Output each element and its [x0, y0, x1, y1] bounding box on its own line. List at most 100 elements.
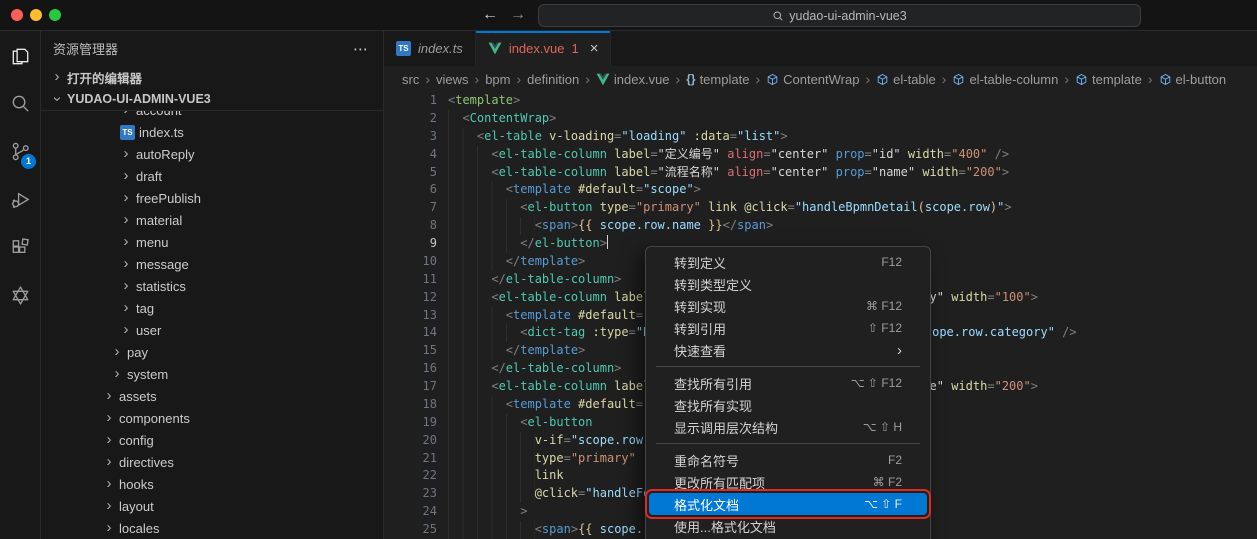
tab-index.vue[interactable]: index.vue1× [476, 31, 612, 66]
breadcrumb-separator: › [475, 71, 480, 87]
chevron-right-icon: › [51, 71, 63, 83]
menu-separator [656, 443, 920, 444]
tree-item-message[interactable]: ›message [41, 253, 383, 275]
tree-item-assets[interactable]: ›assets [41, 385, 383, 407]
tree-item-index.ts[interactable]: TSindex.ts [41, 121, 383, 143]
code-line-8[interactable]: 8<span>{{ scope.row.name }}</span> [384, 217, 1257, 235]
clipped-tree-row: ›account [41, 111, 383, 121]
tree-item-user[interactable]: ›user [41, 319, 383, 341]
breadcrumb-item-el-table[interactable]: el-table [876, 72, 936, 87]
menu-item-快速查看[interactable]: 快速查看› [649, 339, 927, 361]
breadcrumb-item-views[interactable]: views [436, 72, 469, 87]
tree-item-system[interactable]: ›system [41, 363, 383, 385]
tree-item-layout[interactable]: ›layout [41, 495, 383, 517]
menu-item-转到实现[interactable]: 转到实现⌘ F12 [649, 295, 927, 317]
nav-back-icon[interactable]: ← [478, 3, 502, 27]
breadcrumb-separator: › [517, 71, 522, 87]
chevron-right-icon: › [120, 192, 132, 204]
nav-forward-icon[interactable]: → [506, 3, 530, 27]
activity-openai-extension-button[interactable] [0, 271, 40, 319]
code-line-content: <el-table v-loading="loading" :data="lis… [448, 128, 788, 146]
activity-source-control-button[interactable]: 1 [0, 127, 40, 175]
traffic-light-zoom-button[interactable] [49, 9, 61, 21]
activity-run-debug-button[interactable] [0, 175, 40, 223]
tree-item-pay[interactable]: › pay [41, 341, 383, 363]
breadcrumb-item-src[interactable]: src [402, 72, 419, 87]
indent-guides [448, 253, 506, 271]
chevron-right-icon: › [111, 368, 123, 380]
tree-item-components[interactable]: ›components [41, 407, 383, 429]
tree-item-menu[interactable]: ›menu [41, 231, 383, 253]
breadcrumb-item-el-table-column[interactable]: el-table-column [952, 72, 1058, 87]
code-line-5[interactable]: 5<el-table-column label="流程名称" align="ce… [384, 164, 1257, 182]
breadcrumb-item-ContentWrap[interactable]: ContentWrap [766, 72, 859, 87]
tab-close-icon[interactable]: × [590, 40, 599, 57]
open-editors-section[interactable]: › 打开的编辑器 [41, 66, 383, 88]
breadcrumb-item-el-button[interactable]: el-button [1159, 72, 1227, 87]
line-number: 22 [384, 467, 437, 485]
menu-item-shortcut: ⌥ ⇧ H [863, 420, 902, 434]
code-line-4[interactable]: 4<el-table-column label="定义编号" align="ce… [384, 146, 1257, 164]
menu-item-显示调用层次结构[interactable]: 显示调用层次结构⌥ ⇧ H [649, 416, 927, 438]
menu-item-使用...格式化文档[interactable]: 使用...格式化文档 [649, 515, 927, 537]
tree-item-locales[interactable]: ›locales [41, 517, 383, 539]
more-actions-button[interactable]: ⋯ [353, 40, 369, 58]
tree-item-hooks[interactable]: ›hooks [41, 473, 383, 495]
menu-item-转到类型定义[interactable]: 转到类型定义 [649, 273, 927, 295]
indent-guides [448, 110, 462, 128]
line-number: 23 [384, 485, 437, 503]
command-center-search[interactable]: yudao-ui-admin-vue3 [538, 4, 1141, 27]
tree-item-autoReply[interactable]: ›autoReply [41, 143, 383, 165]
tree-item-label: autoReply [136, 147, 195, 162]
breadcrumb-label: views [436, 72, 469, 87]
chevron-right-icon: › [120, 111, 132, 116]
activity-search-button[interactable] [0, 79, 40, 127]
traffic-light-close-button[interactable] [11, 9, 23, 21]
root-folder-label: YUDAO-UI-ADMIN-VUE3 [67, 92, 211, 106]
menu-item-重命名符号[interactable]: 重命名符号F2 [649, 449, 927, 471]
breadcrumb-item-definition[interactable]: definition [527, 72, 579, 87]
root-folder-section[interactable]: › YUDAO-UI-ADMIN-VUE3 [41, 88, 383, 111]
menu-item-转到引用[interactable]: 转到引用⇧ F12 [649, 317, 927, 339]
code-line-6[interactable]: 6<template #default="scope"> [384, 181, 1257, 199]
breadcrumb-label: el-table-column [969, 72, 1058, 87]
breadcrumb-item-bpm[interactable]: bpm [485, 72, 510, 87]
breadcrumb-item-template[interactable]: {}template [686, 72, 749, 87]
tree-item-statistics[interactable]: ›statistics [41, 275, 383, 297]
chevron-right-icon: › [111, 346, 123, 358]
tree-item-freePublish[interactable]: ›freePublish [41, 187, 383, 209]
indent-guides [448, 289, 491, 307]
tree-item-config[interactable]: ›config [41, 429, 383, 451]
code-line-3[interactable]: 3<el-table v-loading="loading" :data="li… [384, 128, 1257, 146]
menu-item-label: 格式化文档 [674, 495, 739, 514]
code-line-1[interactable]: 1<template> [384, 92, 1257, 110]
indent-guides [448, 432, 535, 450]
code-line-content: type="primary" [448, 450, 636, 468]
breadcrumb-item-index.vue[interactable]: index.vue [596, 72, 670, 87]
menu-item-shortcut: ⌥ ⇧ F12 [851, 376, 902, 390]
tree-item-directives[interactable]: ›directives [41, 451, 383, 473]
tree-item-account[interactable]: ›account [41, 111, 383, 121]
menu-item-格式化文档[interactable]: 格式化文档⌥ ⇧ F [649, 493, 927, 515]
code-line-2[interactable]: 2<ContentWrap> [384, 110, 1257, 128]
traffic-light-minimize-button[interactable] [30, 9, 42, 21]
tab-index.ts[interactable]: TSindex.ts [384, 31, 476, 66]
menu-item-label: 转到类型定义 [674, 275, 752, 294]
breadcrumb-item-template[interactable]: template [1075, 72, 1142, 87]
menu-item-查找所有实现[interactable]: 查找所有实现 [649, 394, 927, 416]
activity-bar: 1 [0, 31, 41, 539]
tree-item-draft[interactable]: ›draft [41, 165, 383, 187]
menu-item-更改所有匹配项[interactable]: 更改所有匹配项⌘ F2 [649, 471, 927, 493]
breadcrumb-label: bpm [485, 72, 510, 87]
menu-item-查找所有引用[interactable]: 查找所有引用⌥ ⇧ F12 [649, 372, 927, 394]
chevron-right-icon: › [120, 302, 132, 314]
tree-item-material[interactable]: ›material [41, 209, 383, 231]
menu-item-转到定义[interactable]: 转到定义F12 [649, 251, 927, 273]
tree-item-label: pay [127, 345, 148, 360]
code-line-7[interactable]: 7<el-button type="primary" link @click="… [384, 199, 1257, 217]
menu-item-shortcut: ⌘ F12 [866, 299, 902, 313]
tree-item-tag[interactable]: ›tag [41, 297, 383, 319]
menu-item-label: 转到引用 [674, 319, 726, 338]
activity-extensions-button[interactable] [0, 223, 40, 271]
activity-explorer-button[interactable] [0, 31, 40, 79]
